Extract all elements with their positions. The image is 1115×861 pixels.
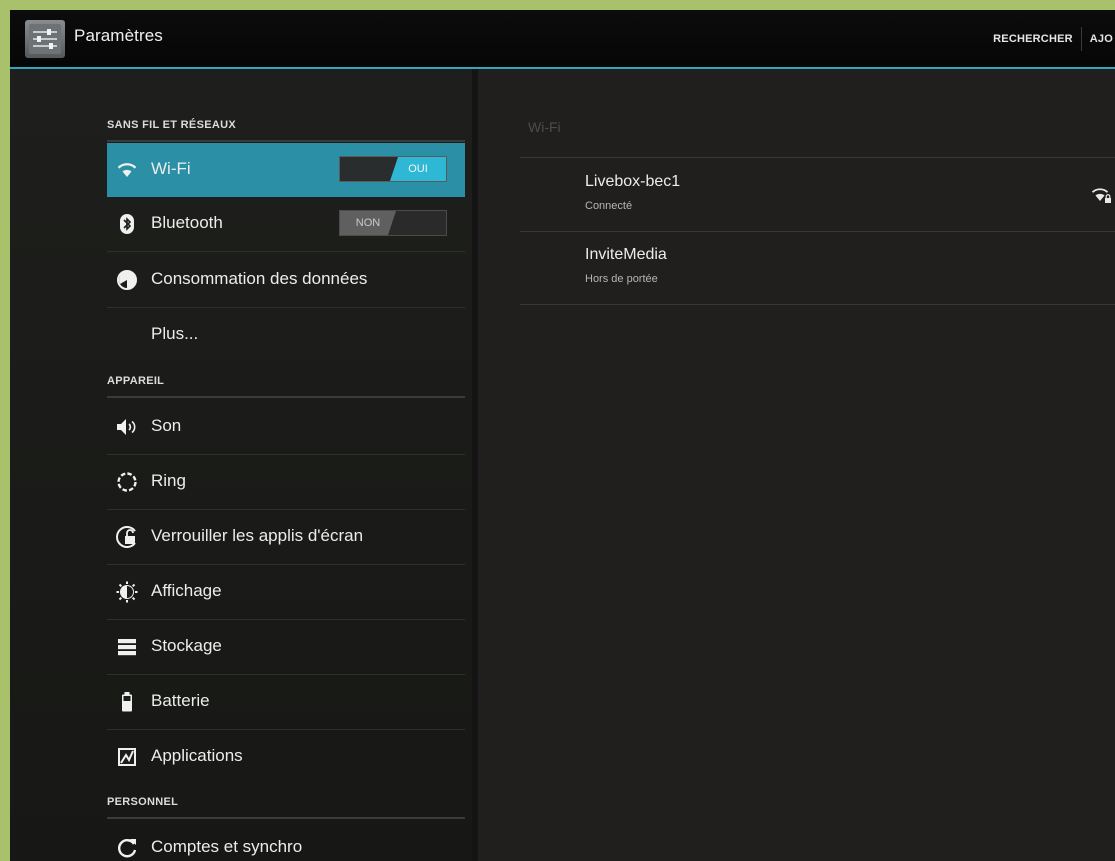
network-status: Hors de portée xyxy=(585,273,658,285)
wifi-detail-panel: Wi-Fi Livebox-bec1 Connecté InviteMedia … xyxy=(472,69,1115,861)
data-usage-icon xyxy=(115,268,139,292)
wifi-icon xyxy=(115,158,139,182)
section-header-device: APPAREIL xyxy=(107,375,465,398)
add-network-action[interactable]: AJO xyxy=(1082,33,1115,45)
sidebar-item-ring[interactable]: Ring xyxy=(107,455,465,510)
sidebar-item-label: Wi-Fi xyxy=(151,159,191,178)
settings-sliders-icon[interactable] xyxy=(25,20,65,58)
ring-icon xyxy=(115,470,139,494)
action-bar: Paramètres RECHERCHER AJO xyxy=(10,10,1115,69)
sidebar-item-battery[interactable]: Batterie xyxy=(107,675,465,730)
sidebar-item-accounts-sync[interactable]: Comptes et synchro xyxy=(107,821,465,861)
sidebar-item-sound[interactable]: Son xyxy=(107,400,465,455)
network-ssid: InviteMedia xyxy=(585,246,667,263)
bluetooth-toggle[interactable]: NON xyxy=(339,210,447,236)
wifi-toggle-state: OUI xyxy=(390,157,446,181)
sidebar-item-label: Consommation des données xyxy=(151,269,368,288)
panel-title: Wi-Fi xyxy=(528,119,561,135)
sidebar-item-label: Son xyxy=(151,416,182,435)
sidebar-item-applications[interactable]: Applications xyxy=(107,730,465,784)
page-title: Paramètres xyxy=(74,26,163,45)
sidebar-item-label: Stockage xyxy=(151,636,222,655)
sidebar-item-label: Verrouiller les applis d'écran xyxy=(151,526,364,545)
section-header-personal: PERSONNEL xyxy=(107,796,465,819)
bluetooth-toggle-state: NON xyxy=(340,211,396,235)
volume-icon xyxy=(115,415,139,439)
wifi-signal-locked-icon xyxy=(1092,187,1112,205)
sidebar-item-label: Comptes et synchro xyxy=(151,837,303,856)
sidebar-item-label: Plus... xyxy=(151,324,199,343)
section-header-wireless: SANS FIL ET RÉSEAUX xyxy=(107,119,465,142)
sidebar-item-bluetooth[interactable]: Bluetooth NON xyxy=(107,197,465,252)
action-items: RECHERCHER AJO xyxy=(985,10,1115,67)
sidebar-item-label: Batterie xyxy=(151,691,210,710)
network-status: Connecté xyxy=(585,200,633,212)
applications-icon xyxy=(115,745,139,769)
sidebar-item-more[interactable]: Plus... xyxy=(107,308,465,362)
search-action[interactable]: RECHERCHER xyxy=(985,33,1081,45)
sidebar-item-wifi[interactable]: Wi-Fi OUI xyxy=(107,143,465,197)
sidebar-item-label: Bluetooth xyxy=(151,213,223,232)
wifi-toggle[interactable]: OUI xyxy=(339,156,447,182)
settings-screen: Paramètres RECHERCHER AJO SANS FIL ET RÉ… xyxy=(10,10,1115,861)
lock-screen-icon xyxy=(115,525,139,549)
sidebar-item-screen-lock-apps[interactable]: Verrouiller les applis d'écran xyxy=(107,510,465,565)
network-item[interactable]: Livebox-bec1 Connecté xyxy=(520,159,1115,232)
sidebar-item-label: Affichage xyxy=(151,581,222,600)
settings-sidebar: SANS FIL ET RÉSEAUX Wi-Fi OUI Bluetooth xyxy=(10,69,472,861)
title-divider xyxy=(520,157,1115,158)
sidebar-item-display[interactable]: Affichage xyxy=(107,565,465,620)
sidebar-item-label: Applications xyxy=(151,746,243,765)
sidebar-item-storage[interactable]: Stockage xyxy=(107,620,465,675)
network-item[interactable]: InviteMedia Hors de portée xyxy=(520,232,1115,305)
battery-icon xyxy=(115,690,139,714)
sidebar-item-data-usage[interactable]: Consommation des données xyxy=(107,253,465,308)
brightness-icon xyxy=(115,580,139,604)
sync-icon xyxy=(115,836,139,860)
storage-icon xyxy=(115,635,139,659)
bluetooth-icon xyxy=(115,212,139,236)
sidebar-item-label: Ring xyxy=(151,471,186,490)
network-ssid: Livebox-bec1 xyxy=(585,173,681,190)
